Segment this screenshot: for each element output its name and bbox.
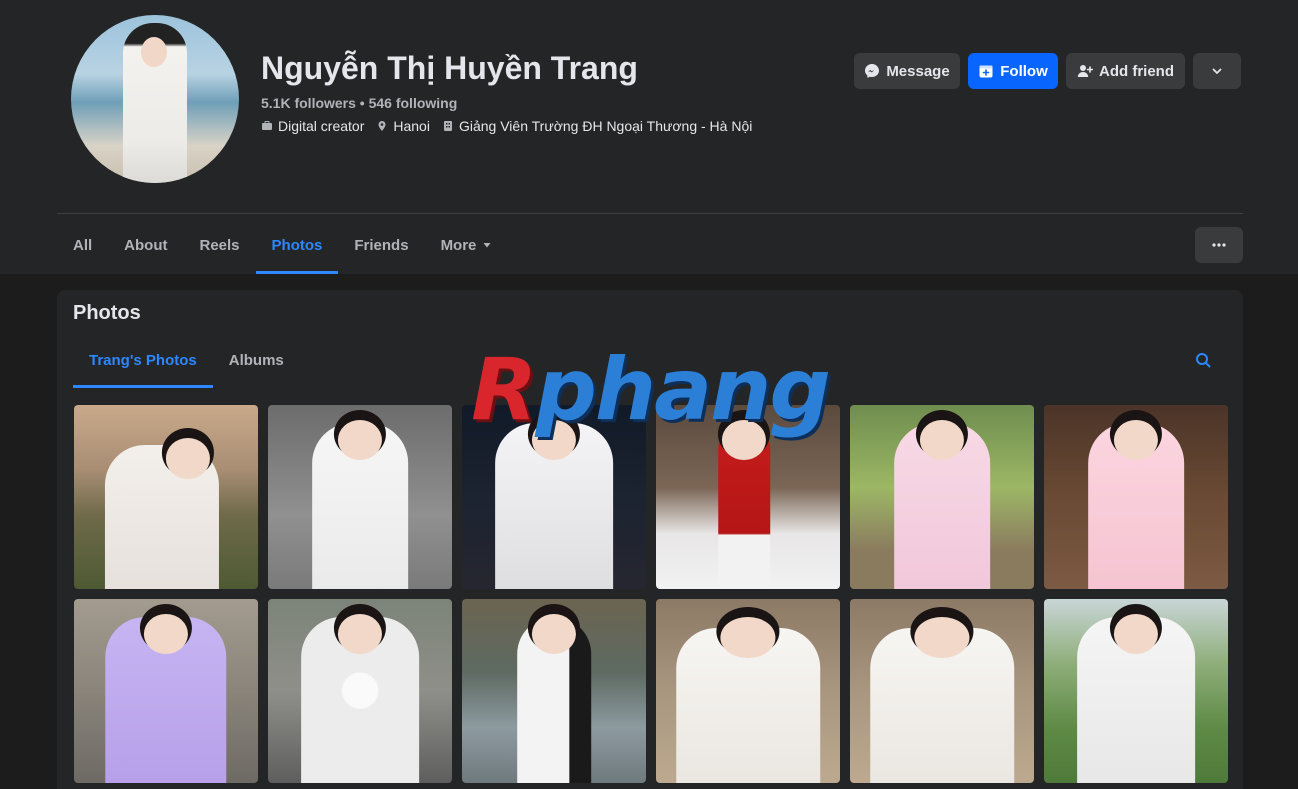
photo-thumbnail[interactable] bbox=[1044, 599, 1228, 783]
briefcase-icon bbox=[262, 121, 272, 130]
follow-button[interactable]: Follow bbox=[968, 53, 1058, 89]
message-button[interactable]: Message bbox=[854, 53, 960, 89]
photo-thumbnail[interactable] bbox=[462, 599, 646, 783]
more-options-button[interactable] bbox=[1195, 227, 1243, 263]
photo-thumbnail[interactable] bbox=[268, 599, 452, 783]
profile-name: Nguyễn Thị Huyền Trang bbox=[261, 50, 638, 86]
subtab-albums[interactable]: Albums bbox=[213, 332, 300, 388]
tab-label: About bbox=[124, 236, 168, 254]
building-icon bbox=[443, 121, 452, 131]
tab-all[interactable]: All bbox=[57, 216, 108, 274]
photo-thumbnail[interactable] bbox=[462, 405, 646, 589]
photo-thumbnail[interactable] bbox=[1044, 405, 1228, 589]
location-item: Hanoi bbox=[376, 118, 430, 134]
messenger-icon bbox=[865, 64, 880, 78]
message-label: Message bbox=[886, 62, 950, 80]
subtab-label: Trang's Photos bbox=[89, 351, 197, 369]
header-divider bbox=[57, 213, 1243, 214]
add-friend-icon bbox=[1077, 65, 1093, 77]
follow-label: Follow bbox=[1000, 62, 1048, 80]
profile-header: Nguyễn Thị Huyền Trang 5.1K followers • … bbox=[0, 0, 1298, 274]
tab-label: Reels bbox=[199, 236, 240, 254]
ellipsis-icon bbox=[1212, 243, 1226, 247]
tab-more[interactable]: More bbox=[425, 216, 509, 274]
workplace-text[interactable]: Giảng Viên Trường ĐH Ngoại Thương - Hà N… bbox=[459, 118, 752, 134]
tab-label: All bbox=[73, 236, 93, 254]
tab-friends[interactable]: Friends bbox=[338, 216, 424, 274]
subtab-label: Albums bbox=[228, 351, 284, 369]
caret-down-icon bbox=[483, 243, 491, 248]
tab-reels[interactable]: Reels bbox=[184, 216, 256, 274]
location-pin-icon bbox=[378, 121, 386, 131]
photo-thumbnail[interactable] bbox=[850, 405, 1034, 589]
photos-subtabs: Trang's Photos Albums bbox=[73, 332, 300, 388]
tab-about[interactable]: About bbox=[108, 216, 183, 274]
photo-grid bbox=[74, 405, 1228, 783]
profile-stats[interactable]: 5.1K followers • 546 following bbox=[261, 95, 457, 111]
photo-thumbnail[interactable] bbox=[74, 599, 258, 783]
avatar-face bbox=[141, 37, 167, 67]
follow-plus-icon bbox=[979, 65, 993, 78]
profile-dropdown-button[interactable] bbox=[1193, 53, 1241, 89]
photo-thumbnail[interactable] bbox=[268, 405, 452, 589]
subtab-user-photos[interactable]: Trang's Photos bbox=[73, 332, 213, 388]
add-friend-label: Add friend bbox=[1099, 62, 1174, 80]
chevron-down-icon bbox=[1212, 68, 1222, 74]
profile-tabs: All About Reels Photos Friends More bbox=[57, 216, 508, 274]
add-friend-button[interactable]: Add friend bbox=[1066, 53, 1185, 89]
category-item: Digital creator bbox=[261, 118, 364, 134]
workplace-item: Giảng Viên Trường ĐH Ngoại Thương - Hà N… bbox=[442, 118, 752, 134]
profile-avatar[interactable] bbox=[71, 15, 239, 183]
search-icon bbox=[1196, 353, 1211, 368]
tab-label: Friends bbox=[354, 236, 409, 254]
photo-thumbnail[interactable] bbox=[74, 405, 258, 589]
location-text[interactable]: Hanoi bbox=[393, 118, 430, 134]
profile-intro: Digital creator Hanoi Giảng Viên Trường … bbox=[261, 118, 752, 134]
photo-search-button[interactable] bbox=[1189, 346, 1217, 374]
tab-label: Photos bbox=[271, 236, 323, 254]
photo-thumbnail[interactable] bbox=[850, 599, 1034, 783]
photo-thumbnail[interactable] bbox=[656, 599, 840, 783]
tab-label: More bbox=[440, 236, 477, 254]
photos-section: Photos Trang's Photos Albums bbox=[57, 290, 1243, 789]
photo-thumbnail[interactable] bbox=[656, 405, 840, 589]
category-text: Digital creator bbox=[278, 118, 365, 134]
tab-photos[interactable]: Photos bbox=[255, 216, 339, 274]
photos-title: Photos bbox=[73, 302, 141, 324]
